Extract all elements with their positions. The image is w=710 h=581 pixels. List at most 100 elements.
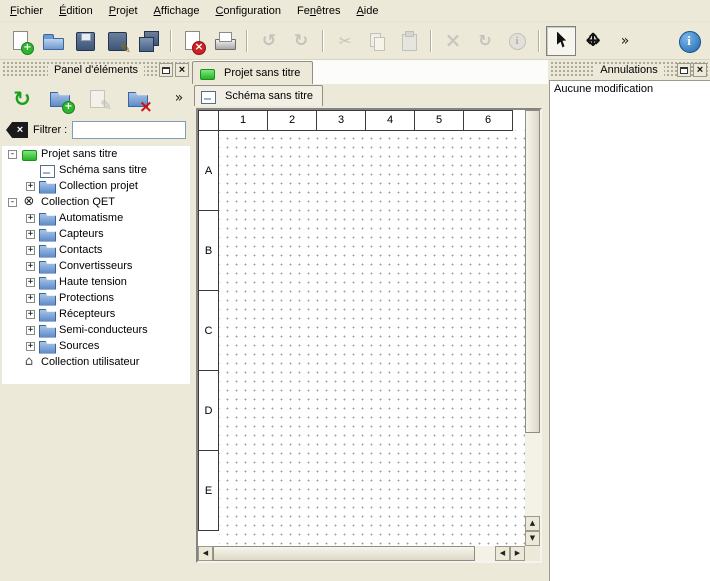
menu-aide[interactable]: Aide <box>348 1 386 20</box>
horizontal-scrollbar-track[interactable] <box>475 546 495 561</box>
dock-title-buttons <box>677 63 707 77</box>
vertical-scrollbar-thumb[interactable] <box>525 110 540 433</box>
tree-expander[interactable] <box>8 150 17 159</box>
tree-item-label: Automatisme <box>59 212 123 224</box>
schema-icon <box>200 90 216 103</box>
menu-fenetres[interactable]: Fenêtres <box>289 1 348 20</box>
print-button[interactable] <box>210 26 240 56</box>
menu-projet[interactable]: Projet <box>101 1 146 20</box>
tree-expander[interactable] <box>26 246 35 255</box>
row-header: B <box>198 210 219 291</box>
tree-item-protections[interactable]: Protections <box>2 290 190 306</box>
scissors-icon <box>333 29 357 53</box>
tree-item-collection-qet[interactable]: Collection QET <box>2 194 190 210</box>
scroll-left-button-2[interactable] <box>495 546 510 561</box>
tree-expander[interactable] <box>26 214 35 223</box>
tree-item-collection-utilisateur[interactable]: Collection utilisateur <box>2 354 190 370</box>
tree-item-schema-sans-titre[interactable]: Schéma sans titre <box>2 162 190 178</box>
selection-mode-button[interactable] <box>546 26 576 56</box>
edit-pencil-icon <box>87 86 113 112</box>
menu-edition[interactable]: Édition <box>51 1 101 20</box>
undo-button[interactable] <box>254 26 284 56</box>
tree-item-haute-tension[interactable]: Haute tension <box>2 274 190 290</box>
tree-expander[interactable] <box>26 182 35 191</box>
menu-fichier[interactable]: Fichier <box>2 1 51 20</box>
redo-button[interactable] <box>286 26 316 56</box>
panel-overflow-button[interactable] <box>171 82 187 116</box>
tree-item-sources[interactable]: Sources <box>2 338 190 354</box>
folder-icon <box>39 308 55 321</box>
filter-input[interactable] <box>72 121 186 139</box>
save-all-button[interactable] <box>134 26 164 56</box>
about-qet-button[interactable] <box>674 26 704 56</box>
reload-collections-button[interactable] <box>5 82 39 116</box>
toolbar-separator <box>243 27 251 55</box>
info-circle-icon <box>505 29 529 53</box>
tree-item-label: Capteurs <box>59 228 104 240</box>
scroll-left-button[interactable] <box>198 546 213 561</box>
edit-element-button[interactable] <box>83 82 117 116</box>
scroll-right-button[interactable] <box>510 546 525 561</box>
tree-expander[interactable] <box>26 294 35 303</box>
close-document-icon <box>181 29 205 53</box>
save-as-button[interactable] <box>102 26 132 56</box>
delete-element-button[interactable] <box>122 82 156 116</box>
clear-filter-button[interactable] <box>6 122 28 138</box>
close-panel-button[interactable] <box>693 63 707 77</box>
save-button[interactable] <box>70 26 100 56</box>
element-info-button[interactable] <box>502 26 532 56</box>
horizontal-scrollbar-thumb[interactable] <box>213 546 475 561</box>
vertical-scrollbar-track[interactable] <box>525 433 540 516</box>
undo-history-list[interactable]: Aucune modification <box>549 80 710 581</box>
filter-label: Filtrer : <box>33 124 67 136</box>
tab-schema-sans-titre[interactable]: Schéma sans titre <box>194 85 323 106</box>
menu-configuration[interactable]: Configuration <box>207 1 289 20</box>
tree-expander[interactable] <box>26 326 35 335</box>
horizontal-scrollbar[interactable] <box>198 546 525 561</box>
undo-panel-title: Annulations <box>594 64 664 76</box>
tree-item-projet-sans-titre[interactable]: Projet sans titre <box>2 146 190 162</box>
copy-button[interactable] <box>362 26 392 56</box>
menu-affichage[interactable]: Affichage <box>146 1 208 20</box>
tree-expander[interactable] <box>26 342 35 351</box>
tree-expander[interactable] <box>26 310 35 319</box>
folder-icon <box>39 228 55 241</box>
new-element-button[interactable] <box>44 82 78 116</box>
diagram-view: 1 2 3 4 5 6 A B <box>196 108 542 563</box>
open-file-button[interactable] <box>38 26 68 56</box>
diagram-sheet[interactable]: 1 2 3 4 5 6 A B <box>198 110 525 546</box>
undo-panel-title-bar[interactable]: Annulations <box>550 62 708 78</box>
rotate-button[interactable] <box>470 26 500 56</box>
float-panel-button[interactable] <box>677 63 691 77</box>
column-header: 4 <box>365 110 415 131</box>
close-file-button[interactable] <box>178 26 208 56</box>
home-icon <box>21 356 37 369</box>
tree-item-semi-conducteurs[interactable]: Semi-conducteurs <box>2 322 190 338</box>
dot-grid-area[interactable] <box>219 130 525 546</box>
new-file-button[interactable] <box>6 26 36 56</box>
visualisation-mode-button[interactable] <box>578 26 608 56</box>
tree-expander[interactable] <box>26 230 35 239</box>
tree-item-contacts[interactable]: Contacts <box>2 242 190 258</box>
tree-item-convertisseurs[interactable]: Convertisseurs <box>2 258 190 274</box>
tree-expander[interactable] <box>8 198 17 207</box>
tree-expander[interactable] <box>26 278 35 287</box>
folder-icon <box>39 324 55 337</box>
close-panel-button[interactable] <box>175 63 189 77</box>
tree-item-recepteurs[interactable]: Récepteurs <box>2 306 190 322</box>
scroll-down-button[interactable] <box>525 531 540 546</box>
paste-button[interactable] <box>394 26 424 56</box>
cut-button[interactable] <box>330 26 360 56</box>
vertical-scrollbar[interactable] <box>525 110 540 546</box>
tree-item-collection-projet[interactable]: Collection projet <box>2 178 190 194</box>
toolbar-overflow-button[interactable] <box>610 26 640 56</box>
scroll-up-button[interactable] <box>525 516 540 531</box>
tab-projet-sans-titre[interactable]: Projet sans titre <box>192 61 313 84</box>
tree-item-automatisme[interactable]: Automatisme <box>2 210 190 226</box>
tree-item-capteurs[interactable]: Capteurs <box>2 226 190 242</box>
float-panel-button[interactable] <box>159 63 173 77</box>
tree-item-label: Convertisseurs <box>59 260 132 272</box>
tree-expander[interactable] <box>26 262 35 271</box>
delete-button[interactable] <box>438 26 468 56</box>
elements-panel-title-bar[interactable]: Panel d'éléments <box>2 62 190 78</box>
